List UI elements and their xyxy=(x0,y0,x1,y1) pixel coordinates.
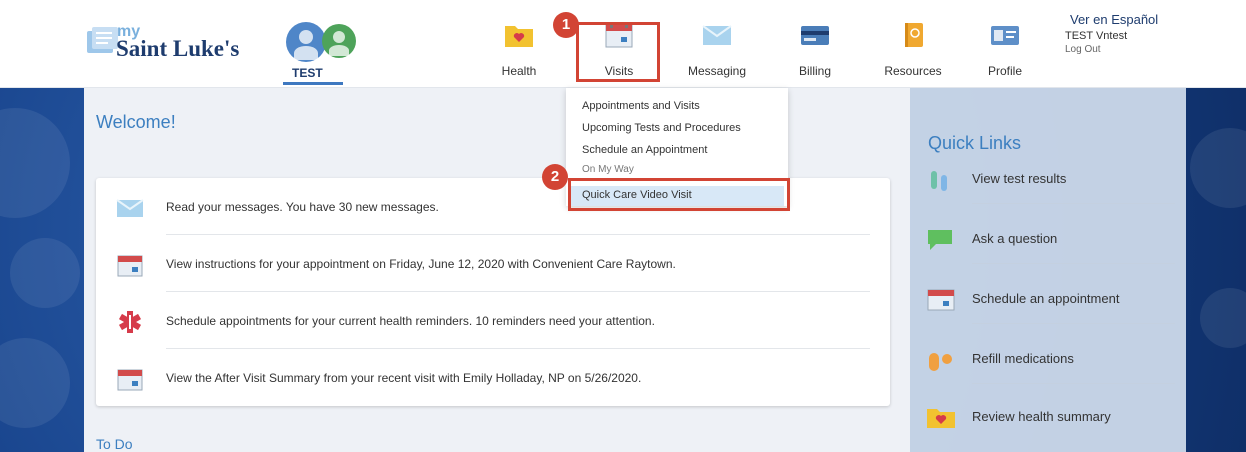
spanish-language-link[interactable]: Ver en Español xyxy=(1070,12,1158,27)
quick-link-divider xyxy=(972,263,1175,264)
speech-bubble-icon xyxy=(928,230,952,250)
quick-link-label: Ask a question xyxy=(972,231,1058,246)
nav-profile[interactable]: Profile xyxy=(980,22,1030,82)
quick-links-title: Quick Links xyxy=(928,133,1022,153)
menu-item-appointments-and-visits[interactable]: Appointments and Visits xyxy=(582,100,700,112)
quick-link-label: Refill medications xyxy=(972,351,1074,366)
callout-badge-2: 2 xyxy=(542,164,568,190)
menu-item-upcoming-tests[interactable]: Upcoming Tests and Procedures xyxy=(582,122,741,134)
account-switcher[interactable] xyxy=(286,20,376,64)
nav-messaging[interactable]: Messaging xyxy=(680,22,754,82)
notification-row[interactable]: View the After Visit Summary from your r… xyxy=(96,349,890,406)
folder-heart-icon xyxy=(505,26,533,47)
notification-row[interactable]: View instructions for your appointment o… xyxy=(96,235,890,292)
nav-messaging-label: Messaging xyxy=(687,64,747,78)
callout-box-quick-care xyxy=(568,178,790,211)
mysaintlukes-logo[interactable]: my Saint Luke's xyxy=(86,22,266,72)
nav-billing-label: Billing xyxy=(798,64,831,78)
notification-text: View the After Visit Summary from your r… xyxy=(166,371,642,385)
user-name: TEST Vntest xyxy=(1065,30,1128,42)
callout-badge-1: 1 xyxy=(553,12,579,38)
notifications-card: Read your messages. You have 30 new mess… xyxy=(96,178,890,406)
quick-link-divider xyxy=(972,203,1175,204)
envelope-icon xyxy=(702,25,732,45)
nav-health-label: Health xyxy=(501,64,537,78)
menu-item-schedule-appointment[interactable]: Schedule an Appointment xyxy=(582,144,707,156)
folder-heart-icon xyxy=(927,409,955,428)
calendar-icon xyxy=(117,255,143,277)
nav-profile-label: Profile xyxy=(987,64,1022,78)
credit-card-icon xyxy=(801,26,829,45)
quick-link-label: Review health summary xyxy=(972,409,1111,424)
notification-text: Read your messages. You have 30 new mess… xyxy=(166,200,439,214)
account-name: TEST xyxy=(292,66,323,80)
quick-link-label: Schedule an appointment xyxy=(972,291,1120,306)
calendar-icon xyxy=(927,289,955,311)
test-tubes-icon xyxy=(931,171,947,191)
pill-icon xyxy=(929,353,952,371)
quick-link-divider xyxy=(972,383,1175,384)
todo-heading[interactable]: To Do xyxy=(96,436,133,452)
quick-link-label: View test results xyxy=(972,171,1067,186)
nav-health[interactable]: Health xyxy=(494,22,544,82)
notification-text: View instructions for your appointment o… xyxy=(166,257,676,271)
notification-row[interactable]: Schedule appointments for your current h… xyxy=(96,292,890,349)
quick-link-divider xyxy=(972,323,1175,324)
proxy-avatar-icon xyxy=(322,24,356,58)
nav-resources-label: Resources xyxy=(884,64,942,78)
logo-name: Saint Luke's xyxy=(116,36,240,61)
notification-text: Schedule appointments for your current h… xyxy=(166,314,655,328)
quick-link-schedule-appointment[interactable]: Schedule an appointment xyxy=(925,285,1175,345)
quick-link-view-test-results[interactable]: View test results xyxy=(925,165,1175,225)
book-icon xyxy=(905,23,923,47)
logout-link[interactable]: Log Out xyxy=(1065,44,1101,55)
welcome-heading: Welcome! xyxy=(96,112,176,132)
callout-box-visits xyxy=(576,22,660,82)
menu-item-on-my-way[interactable]: On My Way xyxy=(582,164,634,175)
quick-link-ask-question[interactable]: Ask a question xyxy=(925,225,1175,285)
user-avatar-icon xyxy=(286,22,326,62)
id-card-icon xyxy=(991,26,1019,45)
quick-link-review-health-summary[interactable]: Review health summary xyxy=(925,403,1175,452)
quick-link-refill-medications[interactable]: Refill medications xyxy=(925,345,1175,405)
nav-resources[interactable]: Resources xyxy=(878,22,948,82)
envelope-icon xyxy=(116,199,144,217)
document-logo-icon xyxy=(87,27,118,53)
account-active-indicator xyxy=(283,82,343,85)
nav-billing[interactable]: Billing xyxy=(790,22,840,82)
medical-star-icon xyxy=(118,311,142,333)
calendar-icon xyxy=(117,369,143,391)
